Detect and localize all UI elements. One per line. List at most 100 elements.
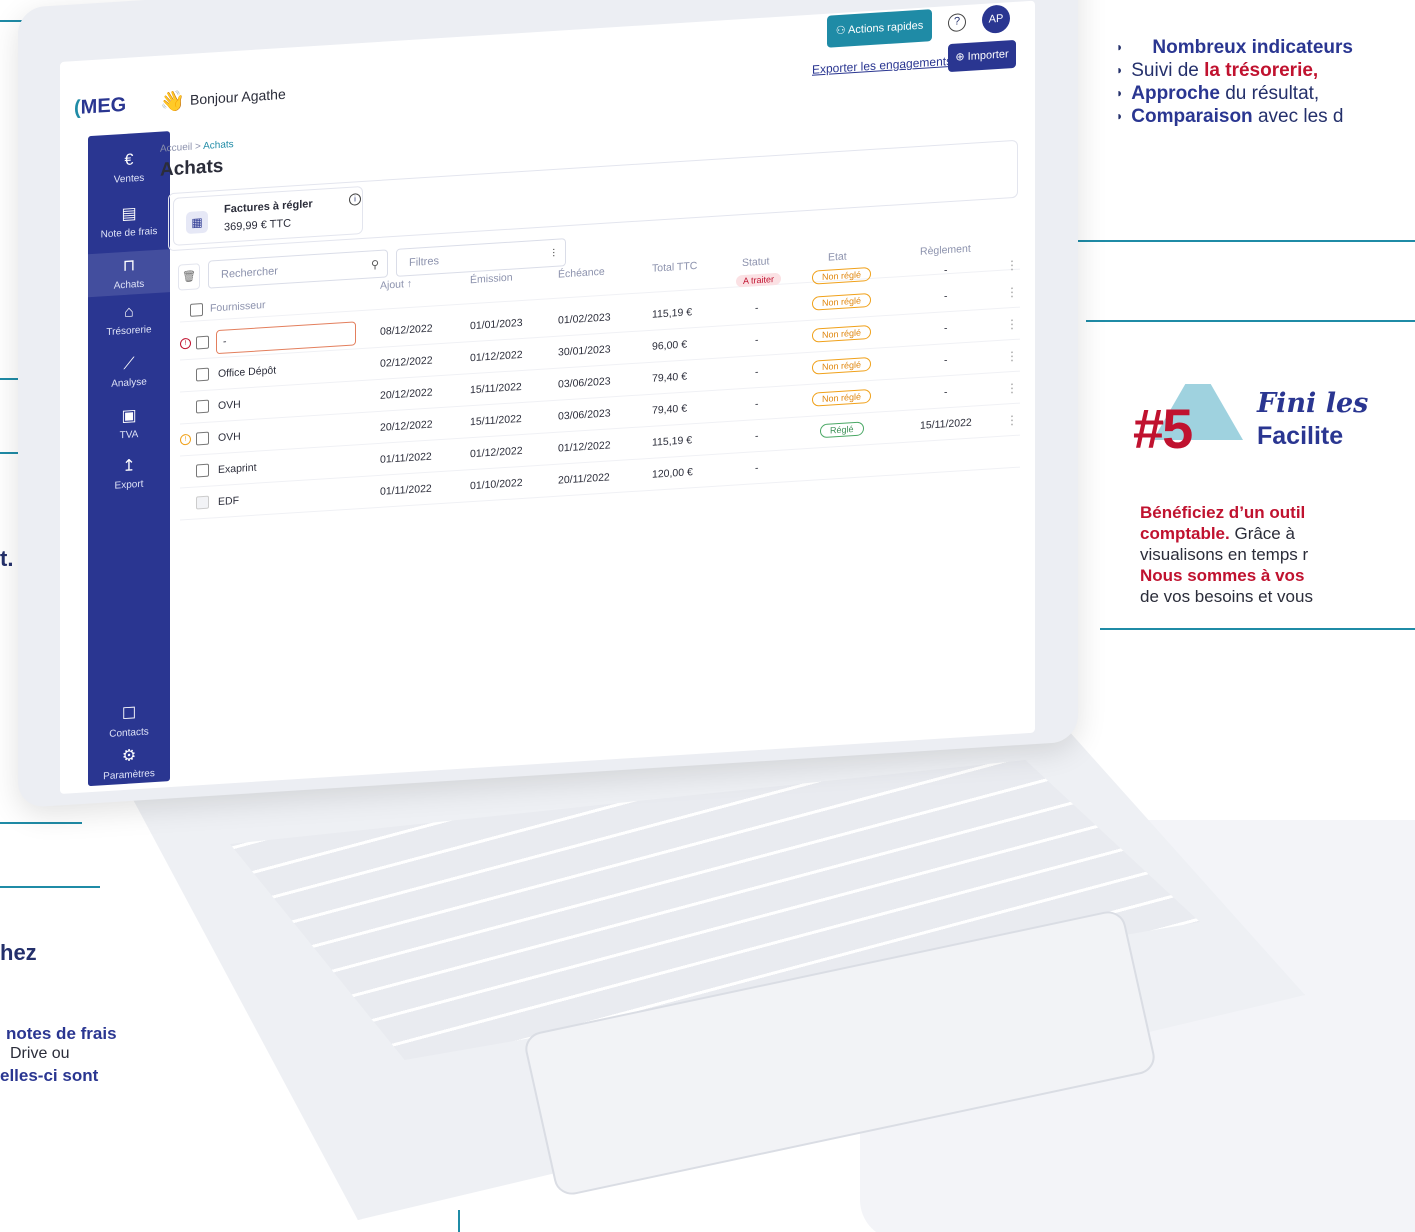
feature-pre: Suivi de xyxy=(1131,60,1205,81)
col-echeance[interactable]: Échéance xyxy=(558,266,605,281)
sidebar-item-analyse[interactable]: ⟋ Analyse xyxy=(88,353,170,391)
left-text-fragment: Drive ou xyxy=(10,1045,70,1062)
section-5-paragraph: Bénéficiez d’un outil comptable. Grâce à… xyxy=(1140,502,1415,607)
feature-item: ◗ Nombreux indicateurs xyxy=(1116,36,1415,59)
reglement-value: - xyxy=(944,290,948,303)
sidebar-item-tva[interactable]: ▣ TVA xyxy=(88,403,170,443)
total-ttc: 115,19 € xyxy=(652,434,693,449)
help-icon[interactable]: ? xyxy=(948,12,966,33)
bullet-icon: ◗ xyxy=(1116,63,1124,77)
divider xyxy=(0,822,82,824)
row-checkbox[interactable] xyxy=(196,399,209,414)
bullet-icon: ◗ xyxy=(1116,40,1124,54)
row-checkbox[interactable] xyxy=(196,367,209,382)
emission-date: 01/12/2022 xyxy=(470,444,523,461)
feature-rest: avec les d xyxy=(1252,106,1344,127)
status-value: - xyxy=(755,334,759,347)
total-ttc: 115,19 € xyxy=(652,306,693,321)
breadcrumb-current: Achats xyxy=(203,139,234,152)
total-ttc: 120,00 € xyxy=(652,466,693,481)
feature-bold: Comparaison xyxy=(1131,106,1253,127)
left-text-fragment: hez xyxy=(0,940,37,965)
more-icon[interactable]: ⋮ xyxy=(1006,413,1018,428)
import-button[interactable]: ⊕ Importer xyxy=(948,39,1016,73)
ajout-date: 01/11/2022 xyxy=(380,482,432,498)
left-text-fragment: notes de frais xyxy=(6,1024,117,1043)
para-red: Bénéficiez d’un outil xyxy=(1140,503,1306,522)
divider xyxy=(0,886,100,888)
supplier-name: EDF xyxy=(218,494,239,509)
col-reglement[interactable]: Règlement xyxy=(920,243,971,258)
more-icon[interactable]: ⋮ xyxy=(1006,381,1018,396)
calculator-icon: ▣ xyxy=(121,407,137,426)
divider xyxy=(1070,240,1415,242)
para-red: Nous sommes à vos xyxy=(1140,566,1305,585)
export-engagements-link[interactable]: Exporter les engagements xyxy=(812,54,952,77)
status-value: - xyxy=(755,366,759,379)
etat-badge: Non réglé xyxy=(812,388,872,407)
more-icon[interactable]: ⋮ xyxy=(1006,349,1018,364)
sidebar-item-tresorerie[interactable]: ⌂ Trésorerie xyxy=(88,301,170,339)
more-icon[interactable]: ⋮ xyxy=(1006,258,1018,273)
supplier-name: OVH xyxy=(218,398,241,413)
col-etat[interactable]: Etat xyxy=(828,251,847,264)
app-logo: (MEG xyxy=(74,93,127,120)
echeance-date: 30/01/2023 xyxy=(558,343,611,359)
total-ttc: 79,40 € xyxy=(652,370,688,385)
echeance-date: 20/11/2022 xyxy=(558,471,610,487)
col-fournisseur[interactable]: Fournisseur xyxy=(210,299,265,314)
row-checkbox[interactable] xyxy=(196,463,209,478)
sidebar-item-contacts[interactable]: ☐ Contacts xyxy=(88,701,170,741)
col-emission[interactable]: Émission xyxy=(470,272,513,287)
col-ajout[interactable]: Ajout ↑ xyxy=(380,278,412,292)
row-checkbox[interactable] xyxy=(196,431,209,446)
row-checkbox[interactable] xyxy=(196,335,209,350)
col-statut[interactable]: Statut xyxy=(742,255,769,269)
ajout-date: 20/12/2022 xyxy=(380,418,433,434)
sidebar-item-achats[interactable]: ⊓ Achats xyxy=(88,249,170,298)
card-title: Factures à régler xyxy=(224,198,313,216)
sidebar: € Ventes ▤ Note de frais ⊓ Achats ⌂ Trésorer… xyxy=(88,131,170,787)
status-badge: A traiter xyxy=(736,272,782,288)
bag-icon: ⊓ xyxy=(122,257,136,276)
card-value: 369,99 € TTC xyxy=(224,217,292,234)
echeance-date: 03/06/2023 xyxy=(558,407,611,423)
sidebar-item-note-de-frais[interactable]: ▤ Note de frais xyxy=(88,201,170,241)
trash-icon[interactable]: 🗑 xyxy=(178,263,200,291)
feature-bold: la trésorerie, xyxy=(1204,60,1319,81)
reglement-value: 15/11/2022 xyxy=(920,416,972,432)
section-heading: Facilite xyxy=(1257,422,1344,450)
sidebar-item-export[interactable]: ↥ Export xyxy=(88,453,170,493)
para-text: Grâce à xyxy=(1229,524,1295,543)
emission-date: 01/12/2022 xyxy=(470,348,523,365)
etat-badge: Non réglé xyxy=(812,324,872,343)
divider xyxy=(1100,628,1415,630)
invoices-to-pay-card[interactable]: ▦ Factures à régler 369,99 € TTC i xyxy=(173,185,363,246)
feature-list: ◗ Nombreux indicateurs ◗ Suivi de la trés… xyxy=(1116,36,1415,128)
sidebar-item-parametres[interactable]: ⚙ Paramètres xyxy=(88,743,170,783)
total-ttc: 96,00 € xyxy=(652,338,688,353)
supplier-name: Office Dépôt xyxy=(218,364,277,381)
etat-badge: Non réglé xyxy=(812,356,872,375)
feature-item: ◗ Approche du résultat, xyxy=(1116,82,1415,105)
error-icon: ! xyxy=(180,337,191,350)
status-value: - xyxy=(755,398,759,411)
supplier-input-error[interactable]: - xyxy=(216,321,356,355)
info-icon[interactable]: i xyxy=(349,193,361,206)
breadcrumb-home[interactable]: Accueil xyxy=(160,142,192,155)
emission-date: 01/10/2022 xyxy=(470,476,523,493)
page-title: Achats xyxy=(160,155,224,181)
sidebar-item-ventes[interactable]: € Ventes xyxy=(88,149,170,187)
more-icon[interactable]: ⋮ xyxy=(1006,285,1018,300)
avatar[interactable]: AP xyxy=(982,4,1010,34)
select-all-checkbox[interactable] xyxy=(190,303,203,317)
etat-badge: Réglé xyxy=(820,421,864,439)
more-icon[interactable]: ⋮ xyxy=(1006,317,1018,332)
row-checkbox[interactable] xyxy=(196,495,209,510)
quick-actions-button[interactable]: ⚇ Actions rapides xyxy=(827,9,932,48)
reglement-value: - xyxy=(944,264,948,277)
col-total[interactable]: Total TTC xyxy=(652,260,697,275)
status-value: - xyxy=(755,462,759,475)
etat-badge: Non réglé xyxy=(812,292,872,311)
feature-bold: Nombreux indicateurs xyxy=(1152,37,1353,58)
